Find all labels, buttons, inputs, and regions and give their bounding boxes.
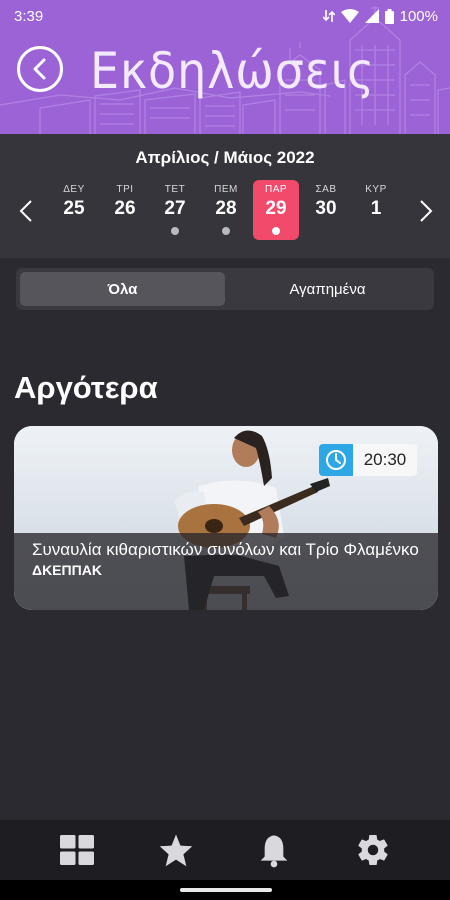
event-info-overlay: Συναυλία κιθαριστικών συνόλων και Τρίο Φ… [14,533,438,610]
day-item[interactable]: ΠΕΜ 28 [203,180,249,240]
system-gesture-bar [0,880,450,900]
day-number: 27 [164,198,186,219]
event-time-badge: 20:30 [319,444,417,476]
day-name: ΤΕΤ [164,184,186,195]
data-arrows-icon [322,10,335,22]
chevron-left-icon [19,200,32,222]
day-item[interactable]: ΔΕΥ 25 [51,180,97,240]
day-number: 30 [315,198,337,219]
event-venue: ΔΚΕΠΠΑΚ [32,562,102,578]
day-name: ΤΡΙ [116,184,134,195]
app-header: 3:39 100% Εκδηλώσεις [0,0,450,134]
day-name: ΠΕΜ [214,184,238,195]
status-bar: 3:39 100% [0,0,450,32]
section-title: Αργότερα [14,370,158,405]
previous-week-button[interactable] [14,196,38,226]
day-number: 25 [63,198,85,219]
day-number: 28 [215,198,237,219]
day-item-selected[interactable]: ΠΑΡ 29 [253,180,299,240]
event-time: 20:30 [353,444,417,476]
day-item[interactable]: ΤΕΤ 27 [152,180,198,240]
battery-icon [384,8,394,24]
nav-events-button[interactable] [52,825,102,875]
event-indicator-dot [272,227,280,235]
chevron-right-icon [420,200,433,222]
nav-favorites-button[interactable] [151,825,201,875]
home-indicator[interactable] [180,888,272,892]
date-picker-strip: Απρίλιος / Μάιος 2022 ΔΕΥ 25 ΤΡΙ 26 ΤΕΤ … [0,134,450,258]
day-number: 1 [370,198,382,219]
event-indicator-dot [222,227,230,235]
tab-all[interactable]: Όλα [20,272,225,306]
nav-settings-button[interactable] [348,825,398,875]
tab-favorites[interactable]: Αγαπημένα [225,272,430,306]
page-title: Εκδηλώσεις [90,42,375,100]
status-time: 3:39 [14,7,44,25]
bottom-navigation [0,820,450,880]
day-item[interactable]: ΤΡΙ 26 [102,180,148,240]
next-week-button[interactable] [414,196,438,226]
nav-notifications-button[interactable] [249,825,299,875]
back-button[interactable] [17,46,63,92]
event-title: Συναυλία κιθαριστικών συνόλων και Τρίο Φ… [32,540,419,559]
signal-icon [364,9,379,23]
day-item[interactable]: ΚΥΡ 1 [353,180,399,240]
clock-icon [319,444,353,476]
battery-percent: 100% [399,7,438,25]
wifi-icon [340,9,359,23]
day-number: 29 [265,198,287,219]
event-indicator-dot [171,227,179,235]
day-name: ΔΕΥ [63,184,85,195]
day-item[interactable]: ΣΑΒ 30 [303,180,349,240]
star-icon [159,834,193,867]
month-label: Απρίλιος / Μάιος 2022 [135,148,315,167]
event-card[interactable]: 20:30 Συναυλία κιθαριστικών συνόλων και … [14,426,438,610]
day-name: ΣΑΒ [315,184,337,195]
gear-icon [358,835,388,866]
bell-icon [260,835,288,868]
chevron-left-icon [33,58,46,80]
filter-tabs: Όλα Αγαπημένα [16,268,434,310]
day-name: ΠΑΡ [264,184,288,195]
grid-icon [60,835,95,865]
day-number: 26 [114,198,136,219]
day-name: ΚΥΡ [365,184,387,195]
